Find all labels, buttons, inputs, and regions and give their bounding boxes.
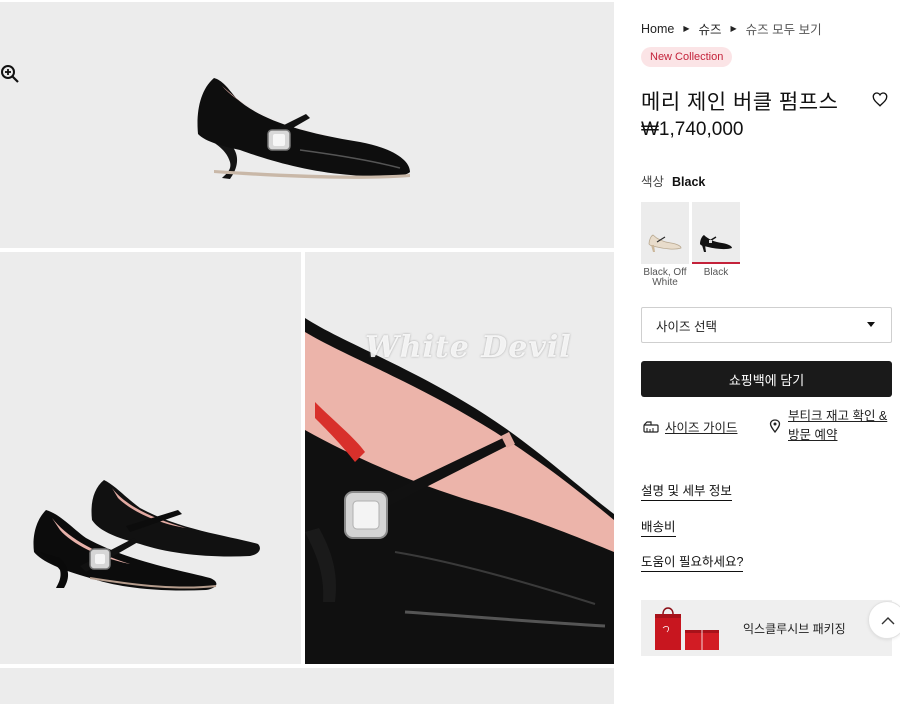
help-link[interactable]: 도움이 필요하세요? bbox=[641, 551, 744, 572]
product-price: ₩1,740,000 bbox=[641, 119, 744, 140]
size-guide-label: 사이즈 가이드 bbox=[665, 421, 738, 435]
breadcrumb-separator-icon: ▶ bbox=[730, 24, 737, 33]
wishlist-button[interactable] bbox=[871, 90, 891, 110]
gallery-image-closeup[interactable]: White Devil bbox=[305, 252, 614, 664]
description-link[interactable]: 설명 및 세부 정보 bbox=[641, 480, 732, 501]
chevron-up-icon bbox=[881, 617, 895, 625]
color-value: Black bbox=[672, 175, 706, 189]
exclusive-packaging-banner[interactable]: 익스클루시브 패키징 bbox=[641, 600, 892, 656]
size-guide-link[interactable]: 사이즈 가이드 bbox=[643, 417, 737, 436]
color-swatch-black-off-white[interactable]: Black, Off White bbox=[641, 202, 689, 288]
packaging-image bbox=[641, 600, 721, 656]
gallery-image-next[interactable] bbox=[0, 668, 614, 704]
shoe-thumbnail-black bbox=[700, 235, 732, 252]
zoom-in-icon bbox=[1, 65, 19, 83]
shoe-closeup-image bbox=[305, 318, 614, 664]
size-select[interactable]: 사이즈 선택 bbox=[641, 307, 892, 343]
add-to-bag-button[interactable]: 쇼핑백에 담기 bbox=[641, 361, 892, 397]
boutique-stock-link[interactable]: 부티크 재고 확인 & 방문 예약 bbox=[769, 407, 893, 445]
ruler-icon bbox=[643, 420, 659, 433]
product-page: White Devil Home ▶ 슈즈 ▶ 슈즈 모두 보기 New Col… bbox=[0, 0, 900, 704]
boutique-stock-label: 부티크 재고 확인 & 방문 예약 bbox=[788, 409, 888, 442]
breadcrumb-all-shoes[interactable]: 슈즈 모두 보기 bbox=[746, 19, 822, 38]
shoe-pair-image bbox=[33, 480, 260, 591]
gallery-image-side[interactable] bbox=[0, 2, 614, 248]
breadcrumb-home[interactable]: Home bbox=[641, 22, 674, 36]
heart-icon bbox=[872, 92, 888, 107]
swatch-thumbnail bbox=[641, 202, 689, 264]
gift-bag-icon bbox=[655, 607, 719, 650]
color-swatch-black[interactable]: Black bbox=[692, 202, 740, 278]
product-title: 메리 제인 버클 펌프스 bbox=[641, 91, 839, 114]
caret-down-icon bbox=[867, 322, 875, 327]
scroll-to-top-button[interactable] bbox=[868, 601, 900, 639]
shipping-link[interactable]: 배송비 bbox=[641, 516, 676, 537]
color-label: 색상 bbox=[641, 175, 665, 189]
product-gallery: White Devil bbox=[0, 0, 614, 704]
breadcrumb-shoes[interactable]: 슈즈 bbox=[699, 19, 722, 38]
shoe-thumbnail-off-white bbox=[648, 234, 682, 252]
exclusive-packaging-label: 익스클루시브 패키징 bbox=[743, 621, 846, 636]
size-select-placeholder: 사이즈 선택 bbox=[656, 319, 717, 334]
breadcrumb: Home ▶ 슈즈 ▶ 슈즈 모두 보기 bbox=[641, 19, 822, 38]
product-details-panel: Home ▶ 슈즈 ▶ 슈즈 모두 보기 New Collection 메리 제… bbox=[641, 0, 893, 704]
color-row: 색상 Black bbox=[641, 171, 705, 190]
zoom-button[interactable] bbox=[0, 64, 24, 88]
shoe-side-image bbox=[197, 78, 410, 179]
location-pin-icon bbox=[769, 419, 781, 433]
breadcrumb-separator-icon: ▶ bbox=[683, 24, 690, 33]
watermark: White Devil bbox=[365, 330, 572, 365]
swatch-caption: Black bbox=[703, 267, 729, 278]
swatch-thumbnail bbox=[692, 202, 740, 264]
swatch-caption: Black, Off White bbox=[643, 267, 687, 288]
new-collection-badge: New Collection bbox=[641, 47, 733, 67]
gallery-image-pair[interactable] bbox=[0, 252, 301, 664]
